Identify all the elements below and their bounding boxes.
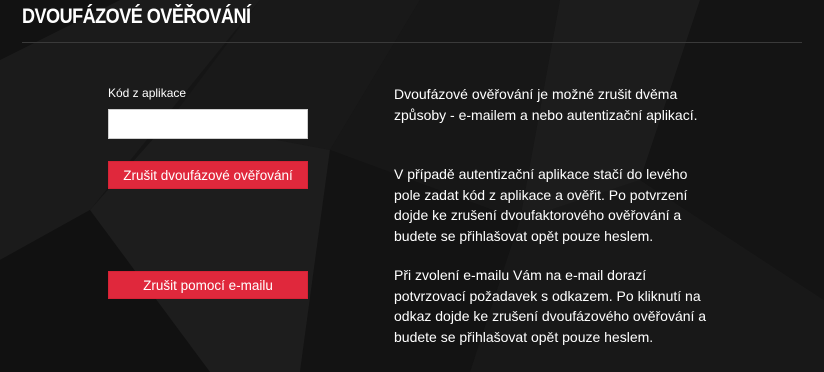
title-divider <box>22 42 802 43</box>
code-field-label: Kód z aplikace <box>108 86 187 100</box>
page-title: DVOUFÁZOVÉ OVĚŘOVÁNÍ <box>22 5 251 28</box>
info-paragraph: Dvoufázové ověřování je možné zrušit dvě… <box>394 86 698 123</box>
disable-2fa-form: Kód z aplikace Zrušit dvoufázové ověřová… <box>108 86 308 299</box>
info-paragraph: Při zvolení e-mailu Vám na e-mail dorazí… <box>394 267 707 345</box>
info-paragraph: V případě autentizační aplikace stačí do… <box>394 166 688 244</box>
disable-via-email-button[interactable]: Zrušit pomocí e-mailu <box>108 271 308 299</box>
two-factor-page: DVOUFÁZOVÉ OVĚŘOVÁNÍ Kód z aplikace Zruš… <box>0 0 824 372</box>
app-code-input[interactable] <box>108 109 308 139</box>
disable-2fa-button[interactable]: Zrušit dvoufázové ověřování <box>108 161 308 189</box>
